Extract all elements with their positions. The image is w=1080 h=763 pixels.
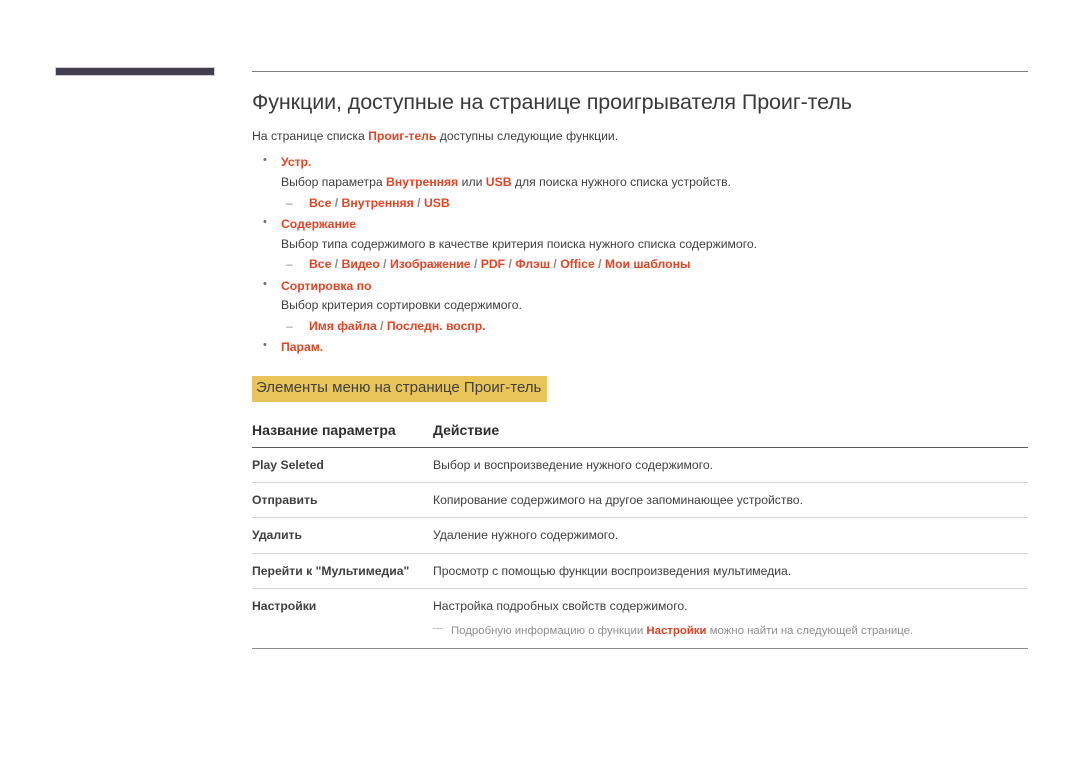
feature-description: Выбор параметра Внутренняя или USB для п…	[252, 173, 1028, 193]
list-item: Парам.	[252, 337, 1028, 358]
row-action-play-selected: Выбор и воспроизведение нужного содержим…	[433, 447, 1028, 483]
feature-label: Парам.	[281, 340, 324, 355]
note-suffix: можно найти на следующей странице.	[706, 625, 914, 638]
feature-content: Содержание	[252, 214, 1028, 235]
row-action-go-to-multimedia: Просмотр с помощью функции воспроизведен…	[433, 553, 1028, 589]
row-action-settings: Настройка подробных свойств содержимого.…	[433, 588, 1028, 650]
section-heading: Элементы меню на странице Проиг-тель	[252, 375, 548, 402]
option-file-name: Имя файла	[309, 318, 377, 333]
list-item: Содержание Выбор типа содержимого в каче…	[252, 214, 1028, 276]
option-all: Все	[309, 195, 332, 210]
feature-label: Устр.	[281, 155, 312, 170]
row-name-play-selected: Play Seleted	[252, 447, 433, 483]
feature-sort-by: Сортировка по	[252, 276, 1028, 297]
option-pdf: PDF	[480, 257, 506, 272]
option-separator: /	[505, 257, 516, 272]
desc-suffix: для поиска нужного списка устройств.	[511, 175, 731, 190]
option-office: Office	[560, 257, 595, 272]
feature-device: Устр.	[252, 152, 1028, 173]
feature-settings: Парам.	[252, 337, 1028, 358]
option-my-templates: Мои шаблоны	[604, 257, 691, 272]
option-separator: /	[376, 318, 387, 333]
row-name-go-to-multimedia: Перейти к "Мультимедиа"	[252, 553, 433, 589]
option-separator: /	[413, 195, 424, 210]
intro-paragraph: На странице списка Проиг-тель доступны с…	[252, 127, 1028, 145]
desc-prefix: Выбор параметра	[281, 175, 387, 190]
feature-description: Выбор типа содержимого в качестве критер…	[281, 236, 758, 251]
page-title: Функции, доступные на странице проигрыва…	[252, 90, 852, 114]
page-content: Функции, доступные на странице проигрыва…	[252, 90, 1028, 650]
option-usb: USB	[423, 195, 450, 210]
row-name-delete: Удалить	[252, 517, 433, 554]
table-row: Play Seleted Выбор и воспроизведение нуж…	[252, 447, 1028, 483]
desc-accent-internal: Внутренняя	[386, 175, 459, 190]
note-prefix: Подробную информацию о функции	[451, 625, 647, 638]
option-last-played: Последн. воспр.	[386, 318, 486, 333]
table-row: Настройки Настройка подробных свойств со…	[252, 588, 1028, 650]
intro-suffix: доступны следующие функции.	[436, 129, 619, 143]
row-name-settings: Настройки	[252, 588, 433, 650]
option-flash: Флэш	[515, 257, 551, 272]
feature-list: Устр. Выбор параметра Внутренняя или USB…	[252, 152, 1028, 358]
corner-decoration-bar	[55, 67, 215, 76]
feature-options-device: Все / Внутренняя / USB	[252, 193, 1028, 215]
row-action-send: Копирование содержимого на другое запоми…	[433, 482, 1028, 519]
table-row: Удалить Удаление нужного содержимого.	[252, 517, 1028, 554]
desc-accent-usb: USB	[485, 175, 512, 190]
list-item: Сортировка по Выбор критерия сортировки …	[252, 276, 1028, 338]
intro-accent-term: Проиг-тель	[368, 129, 437, 143]
list-item: Устр. Выбор параметра Внутренняя или USB…	[252, 152, 1028, 215]
option-video: Видео	[341, 257, 380, 272]
header-divider	[252, 71, 1028, 72]
option-separator: /	[379, 257, 390, 272]
feature-description: Выбор критерия сортировки содержимого.	[281, 298, 522, 313]
menu-items-table: Название параметра Действие Play Seleted…	[252, 421, 1028, 650]
feature-options-content: Все / Видео / Изображение / PDF / Флэш /…	[252, 254, 1028, 276]
option-separator: /	[331, 257, 342, 272]
option-image: Изображение	[389, 257, 471, 272]
table-header-row: Название параметра Действие	[252, 421, 1028, 448]
option-separator: /	[331, 195, 342, 210]
row-action-settings-text: Настройка подробных свойств содержимого.	[433, 598, 688, 613]
column-header-action: Действие	[433, 421, 1028, 448]
table-row: Отправить Копирование содержимого на дру…	[252, 482, 1028, 519]
table-row: Перейти к "Мультимедиа" Просмотр с помощ…	[252, 553, 1028, 589]
intro-prefix: На странице списка	[252, 129, 369, 143]
note-accent-term: Настройки	[646, 625, 707, 638]
column-header-parameter-name: Название параметра	[252, 421, 433, 448]
feature-label: Сортировка по	[281, 278, 372, 293]
settings-note: Подробную информацию о функции Настройки…	[433, 621, 1028, 640]
feature-options-sort: Имя файла / Последн. воспр.	[252, 316, 1028, 338]
desc-mid: или	[458, 175, 486, 190]
option-all: Все	[309, 257, 332, 272]
option-separator: /	[550, 257, 561, 272]
feature-label: Содержание	[281, 216, 357, 231]
option-separator: /	[470, 257, 481, 272]
row-action-delete: Удаление нужного содержимого.	[433, 517, 1028, 554]
option-internal: Внутренняя	[341, 195, 414, 210]
row-name-send: Отправить	[252, 482, 433, 519]
option-separator: /	[594, 257, 605, 272]
